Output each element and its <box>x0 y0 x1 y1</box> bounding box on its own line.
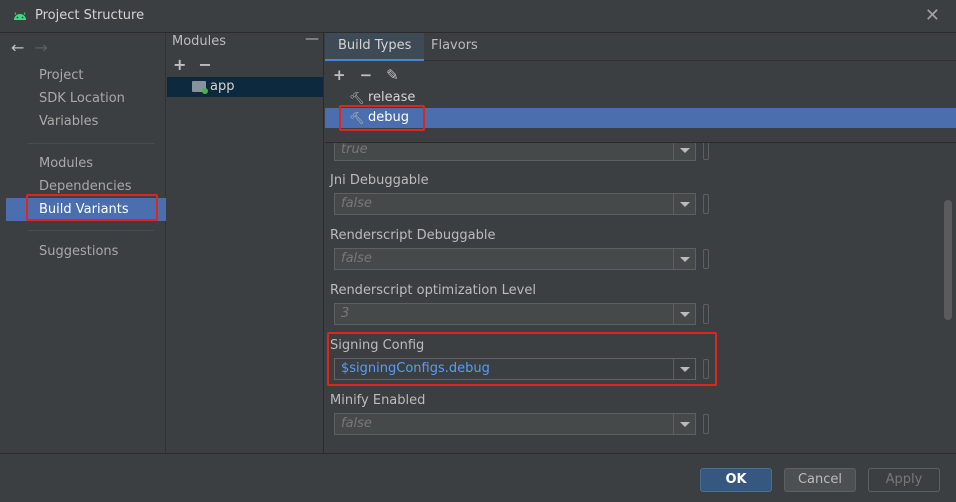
module-folder-icon <box>192 81 208 94</box>
modules-toolbar: + − <box>173 55 212 74</box>
combo-extra-button[interactable] <box>703 249 709 269</box>
renderscript-optimization-combo[interactable]: 3 <box>334 303 696 325</box>
vertical-scrollbar[interactable] <box>944 200 952 320</box>
property-combo-first[interactable]: true <box>334 143 696 161</box>
combo-value: false <box>341 196 372 211</box>
nav-divider <box>28 230 154 231</box>
combo-value: true <box>341 143 368 157</box>
combo-extra-button[interactable] <box>703 359 709 379</box>
collapse-icon[interactable]: — <box>305 31 319 47</box>
cancel-button[interactable]: Cancel <box>784 468 856 492</box>
modules-title: Modules <box>172 34 227 49</box>
dropdown-arrow-icon[interactable] <box>673 249 695 269</box>
combo-extra-button[interactable] <box>703 143 709 160</box>
nav-item-sdk-location[interactable]: SDK Location <box>6 87 166 110</box>
add-module-icon[interactable]: + <box>173 55 186 74</box>
combo-extra-button[interactable] <box>703 304 709 324</box>
apply-button[interactable]: Apply <box>868 468 940 492</box>
build-type-label: release <box>368 90 416 105</box>
tab-strip: Build Types Flavors <box>325 33 956 61</box>
label-renderscript-optimization: Renderscript optimization Level <box>330 283 536 298</box>
forward-arrow-icon[interactable]: → <box>34 38 47 57</box>
hammer-icon: 🔨︎ <box>349 91 365 105</box>
window-title: Project Structure <box>35 8 145 23</box>
tab-flavors[interactable]: Flavors <box>418 33 491 61</box>
combo-extra-button[interactable] <box>703 414 709 434</box>
build-type-debug[interactable]: 🔨︎ debug <box>325 108 956 128</box>
dropdown-arrow-icon[interactable] <box>673 143 695 160</box>
combo-value: $signingConfigs.debug <box>341 361 490 376</box>
label-renderscript-debuggable: Renderscript Debuggable <box>330 228 496 243</box>
combo-value: false <box>341 416 372 431</box>
label-signing-config: Signing Config <box>330 338 425 353</box>
properties-form: true Jni Debuggable false Renderscript D… <box>325 143 945 453</box>
tab-build-types[interactable]: Build Types <box>325 33 425 61</box>
android-icon <box>14 12 26 20</box>
combo-extra-button[interactable] <box>703 194 709 214</box>
nav-item-dependencies[interactable]: Dependencies <box>6 175 166 198</box>
combo-value: false <box>341 251 372 266</box>
nav-item-modules[interactable]: Modules <box>6 152 166 175</box>
module-name: app <box>210 79 235 94</box>
modules-header: Modules — <box>167 31 324 53</box>
modules-panel: Modules — + − app <box>167 31 324 453</box>
dropdown-arrow-icon[interactable] <box>673 414 695 434</box>
renderscript-debuggable-combo[interactable]: false <box>334 248 696 270</box>
nav-item-variables[interactable]: Variables <box>6 110 166 133</box>
build-type-release[interactable]: 🔨︎ release <box>325 88 956 108</box>
dropdown-arrow-icon[interactable] <box>673 359 695 379</box>
signing-config-combo[interactable]: $signingConfigs.debug <box>334 358 696 380</box>
hammer-icon: 🔨︎ <box>349 111 365 125</box>
remove-build-type-icon[interactable]: − <box>360 66 373 84</box>
dialog-footer: OK Cancel Apply <box>0 453 956 502</box>
remove-module-icon[interactable]: − <box>198 55 211 74</box>
label-minify-enabled: Minify Enabled <box>330 393 426 408</box>
build-type-label: debug <box>368 110 409 125</box>
nav-item-build-variants[interactable]: Build Variants <box>6 198 166 221</box>
combo-value: 3 <box>341 306 350 321</box>
module-item-app[interactable]: app <box>167 77 323 97</box>
jni-debuggable-combo[interactable]: false <box>334 193 696 215</box>
dropdown-arrow-icon[interactable] <box>673 304 695 324</box>
nav-item-suggestions[interactable]: Suggestions <box>6 240 166 263</box>
nav-arrows: ← → <box>11 35 48 59</box>
close-icon[interactable]: ✕ <box>925 6 940 26</box>
minify-enabled-combo[interactable]: false <box>334 413 696 435</box>
add-build-type-icon[interactable]: + <box>333 66 346 84</box>
dropdown-arrow-icon[interactable] <box>673 194 695 214</box>
project-structure-nav: ← → Project SDK Location Variables Modul… <box>6 33 166 453</box>
back-arrow-icon[interactable]: ← <box>11 38 24 57</box>
edit-pencil-icon[interactable]: ✎ <box>386 66 399 84</box>
build-types-toolbar: + − ✎ <box>333 66 399 84</box>
label-jni-debuggable: Jni Debuggable <box>330 173 429 188</box>
nav-divider <box>28 143 154 144</box>
build-types-panel: Build Types Flavors + − ✎ 🔨︎ release 🔨︎ … <box>325 33 956 453</box>
title-bar: Project Structure ✕ <box>0 0 956 33</box>
ok-button[interactable]: OK <box>700 468 772 492</box>
nav-item-project[interactable]: Project <box>6 64 166 87</box>
